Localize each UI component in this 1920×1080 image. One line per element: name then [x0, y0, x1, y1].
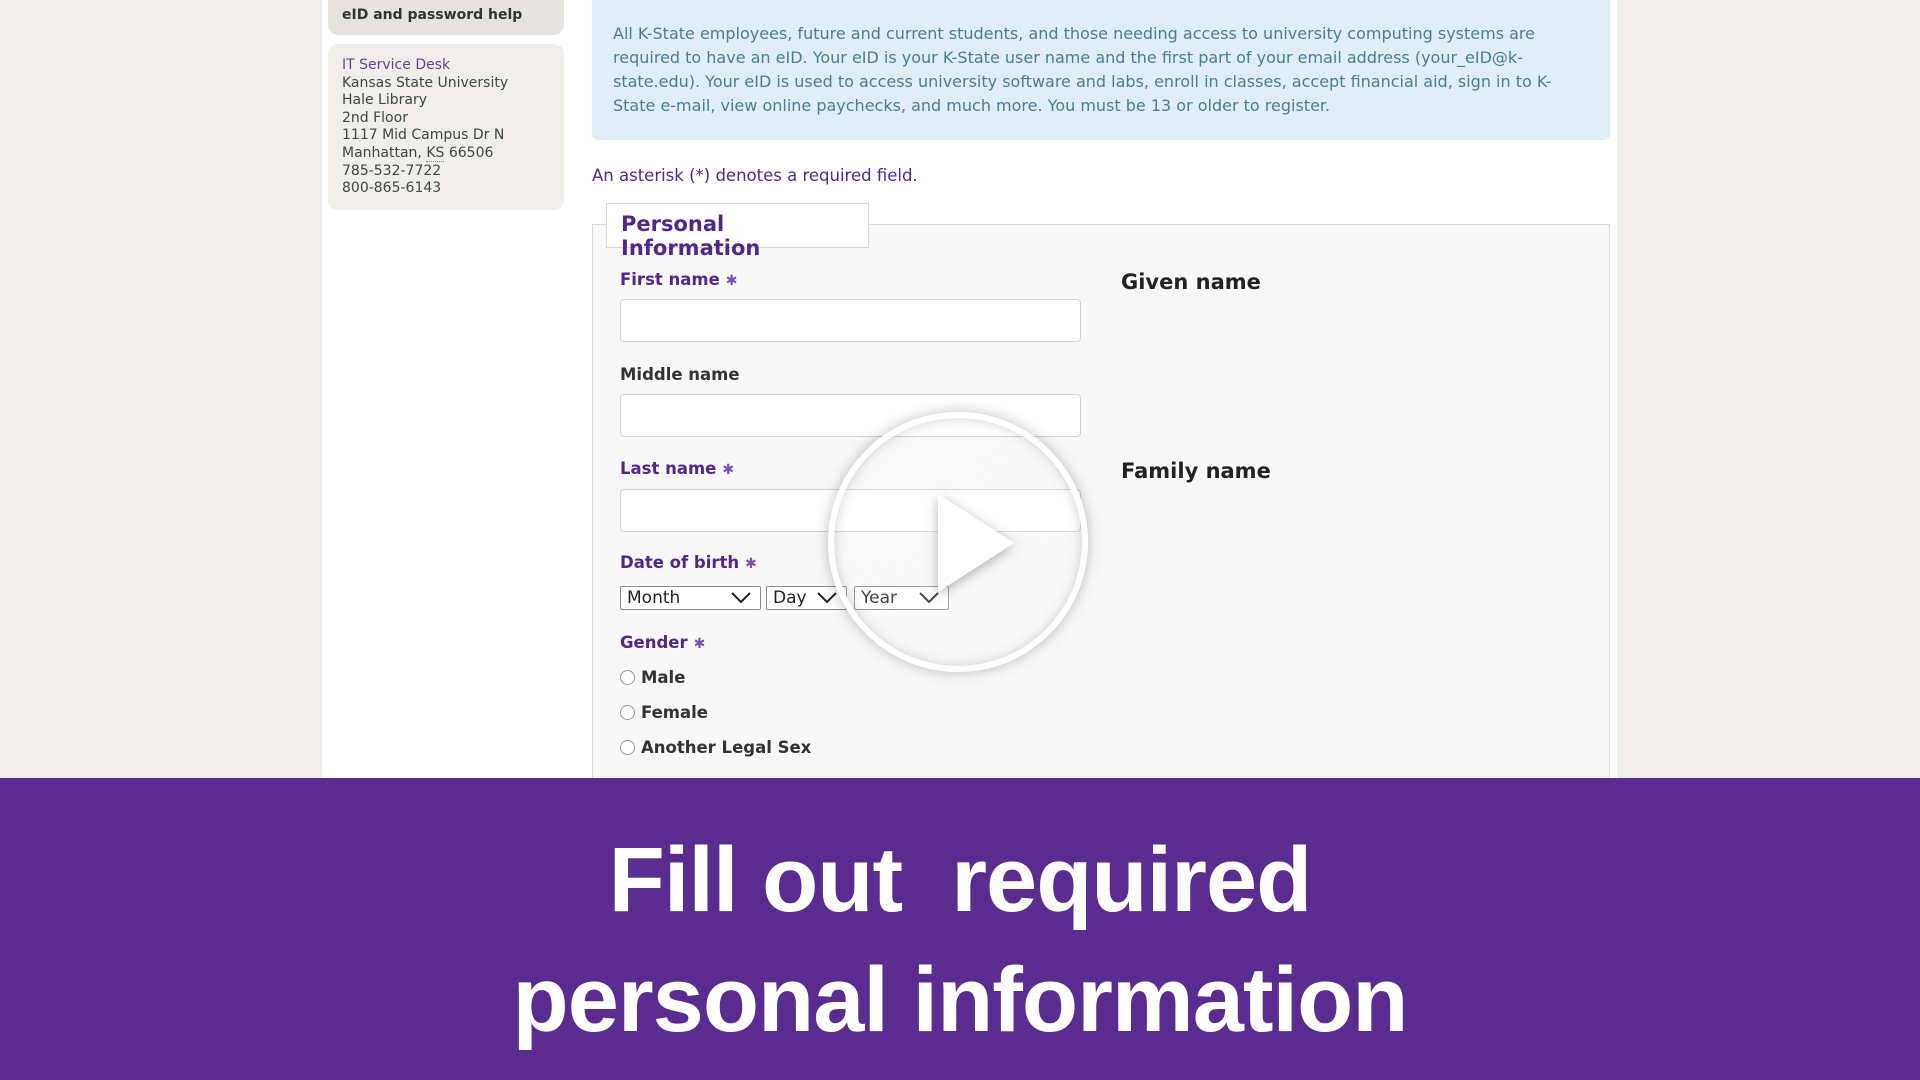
- middle-name-label: Middle name: [620, 365, 740, 384]
- required-asterisk-icon: ✱: [725, 273, 738, 289]
- family-name-hint: Family name: [1121, 459, 1271, 483]
- given-name-hint: Given name: [1121, 270, 1261, 294]
- dob-day-value: Day: [773, 588, 807, 608]
- gender-option-female[interactable]: Female: [620, 703, 708, 722]
- sidebar-help-link[interactable]: eID and password help: [328, 0, 564, 35]
- first-name-label: First name ✱: [620, 270, 738, 289]
- it-service-desk-link[interactable]: IT Service Desk: [342, 57, 564, 75]
- personal-info-legend: Personal Information: [606, 203, 869, 260]
- required-field-note: An asterisk (*) denotes a required field…: [592, 166, 918, 185]
- required-asterisk-icon: ✱: [722, 462, 735, 478]
- contact-line: Kansas State University: [342, 74, 509, 91]
- contact-city: Manhattan,: [342, 144, 427, 161]
- gender-option-label: Another Legal Sex: [641, 738, 812, 757]
- chevron-down-icon: [731, 592, 751, 604]
- required-asterisk-icon: ✱: [693, 636, 706, 652]
- radio-button[interactable]: [620, 705, 635, 720]
- caption-line-2: personal information: [512, 949, 1409, 1051]
- last-name-label: Last name ✱: [620, 459, 734, 478]
- contact-box: IT Service Desk Kansas State University …: [328, 44, 564, 210]
- gender-option-label: Female: [641, 703, 708, 722]
- contact-phone: 785-532-7722: [342, 162, 442, 179]
- contact-zip: 66506: [444, 144, 494, 161]
- contact-city-line: Manhattan, KS 66506: [342, 144, 564, 163]
- last-name-label-text: Last name: [620, 459, 717, 478]
- radio-button[interactable]: [620, 740, 635, 755]
- gender-option-male[interactable]: Male: [620, 668, 685, 687]
- dob-label-text: Date of birth: [620, 553, 740, 572]
- radio-button[interactable]: [620, 670, 635, 685]
- caption-banner: Fill out required personal information: [0, 778, 1920, 1080]
- contact-line: 2nd Floor: [342, 109, 408, 126]
- sidebar-help-label: eID and password help: [342, 7, 523, 23]
- gender-option-label: Male: [641, 668, 686, 687]
- gender-label-text: Gender: [620, 633, 688, 652]
- play-icon: [938, 494, 1014, 592]
- caption-line-1: Fill out required: [608, 829, 1313, 931]
- contact-line: Hale Library: [342, 92, 428, 109]
- middle-name-label-text: Middle name: [620, 365, 740, 384]
- eid-info-text: All K-State employees, future and curren…: [613, 24, 1552, 115]
- dob-label: Date of birth ✱: [620, 553, 757, 572]
- gender-option-another[interactable]: Another Legal Sex: [620, 738, 811, 757]
- gender-label: Gender ✱: [620, 633, 705, 652]
- contact-state: KS: [426, 144, 445, 162]
- eid-info-box: All K-State employees, future and curren…: [592, 0, 1610, 140]
- dob-month-select[interactable]: Month: [620, 586, 761, 610]
- contact-phone: 800-865-6143: [342, 180, 442, 197]
- first-name-label-text: First name: [620, 270, 720, 289]
- contact-line: 1117 Mid Campus Dr N: [342, 127, 505, 144]
- video-play-button[interactable]: [828, 412, 1088, 672]
- dob-month-value: Month: [627, 588, 681, 608]
- required-asterisk-icon: ✱: [745, 556, 757, 572]
- first-name-input[interactable]: [620, 299, 1081, 342]
